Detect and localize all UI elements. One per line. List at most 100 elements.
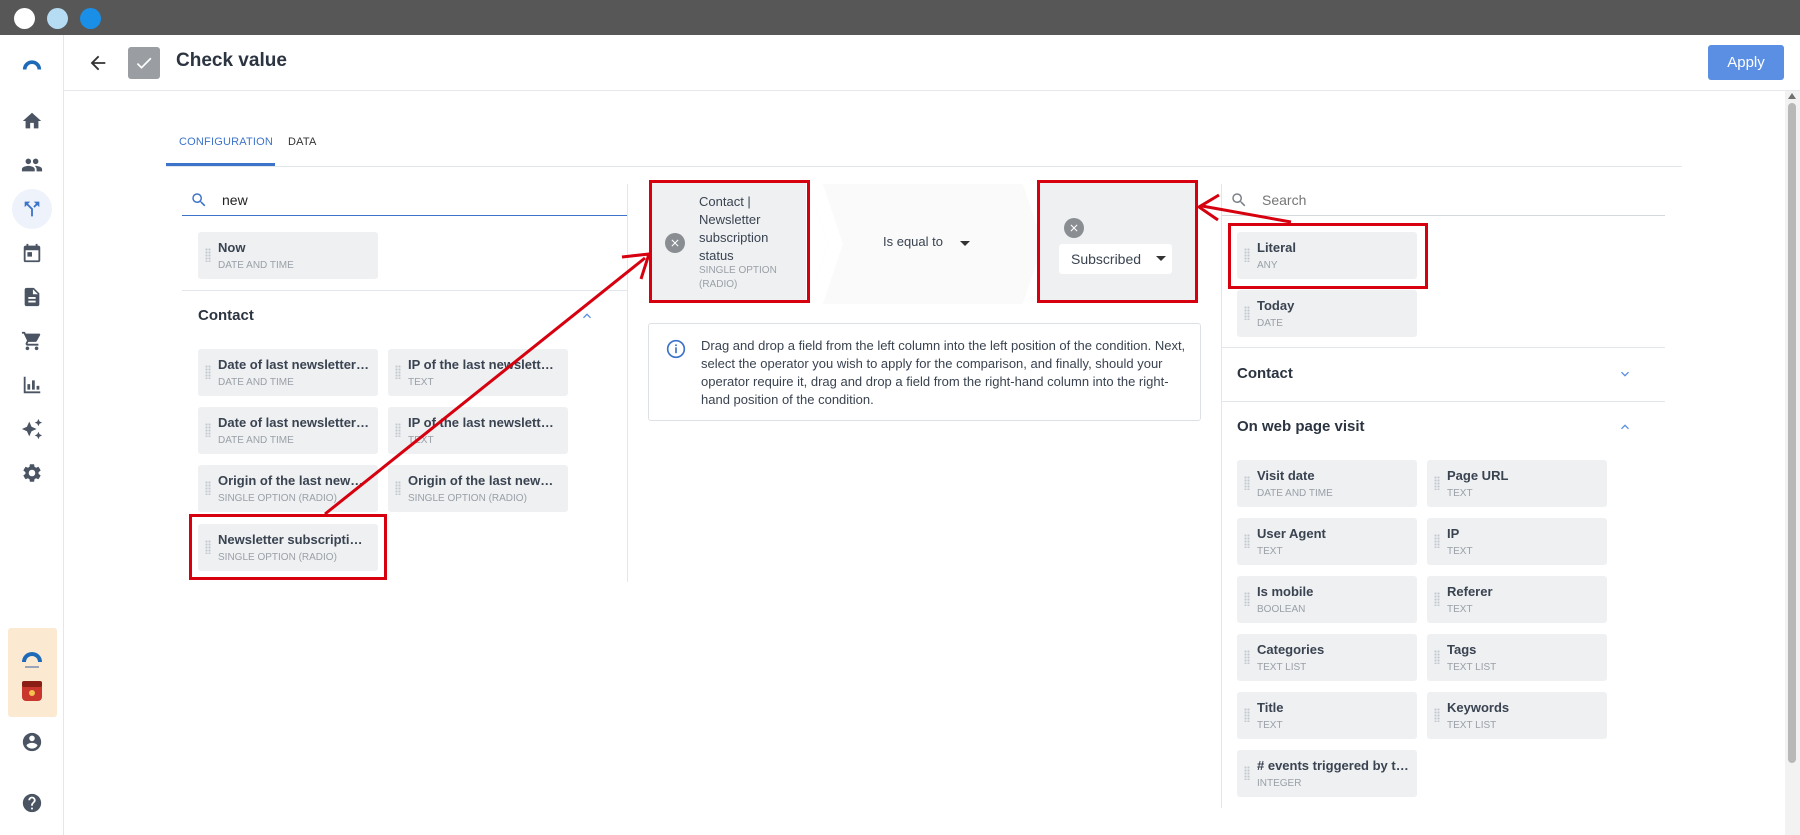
- field-chip[interactable]: Referer TEXT: [1427, 576, 1607, 623]
- left-nav-rail: [0, 35, 64, 835]
- info-box: Drag and drop a field from the left colu…: [648, 323, 1201, 421]
- page-scrollbar[interactable]: [1785, 91, 1800, 835]
- field-type: TEXT: [1257, 720, 1283, 731]
- chevron-up-icon[interactable]: [1617, 419, 1633, 435]
- field-chip[interactable]: Origin of the last news… SINGLE OPTION (…: [388, 465, 568, 512]
- field-chip[interactable]: IP of the last newslette… TEXT: [388, 407, 568, 454]
- home-icon[interactable]: [12, 101, 52, 141]
- left-search-input[interactable]: [222, 188, 522, 212]
- field-type: BOOLEAN: [1257, 604, 1306, 615]
- account-icon[interactable]: [12, 722, 52, 762]
- field-type: TEXT: [408, 435, 434, 446]
- drag-handle-icon[interactable]: [1244, 766, 1250, 780]
- field-name: Origin of the last news…: [218, 473, 370, 488]
- field-chip[interactable]: IP TEXT: [1427, 518, 1607, 565]
- operator-select[interactable]: Is equal to: [883, 234, 943, 249]
- field-name: IP of the last newslette…: [408, 357, 560, 372]
- drag-handle-icon[interactable]: [395, 423, 401, 437]
- window-minimize-dot[interactable]: [47, 8, 68, 29]
- calendar-icon[interactable]: [12, 233, 52, 273]
- field-chip[interactable]: Keywords TEXT LIST: [1427, 692, 1607, 739]
- field-chip[interactable]: Tags TEXT LIST: [1427, 634, 1607, 681]
- field-name: Categories: [1257, 642, 1325, 657]
- right-search-input[interactable]: [1262, 188, 1562, 212]
- field-type: SINGLE OPTION (RADIO): [218, 493, 337, 504]
- field-chip[interactable]: Is mobile BOOLEAN: [1237, 576, 1417, 623]
- drag-handle-icon[interactable]: [1244, 534, 1250, 548]
- document-icon[interactable]: [12, 277, 52, 317]
- drag-handle-icon[interactable]: [1244, 476, 1250, 490]
- drag-handle-icon[interactable]: [205, 365, 211, 379]
- drag-handle-icon[interactable]: [205, 248, 211, 262]
- chevron-down-icon[interactable]: [1617, 366, 1633, 382]
- annotation-highlight-literal: [1228, 223, 1428, 289]
- promo-panel[interactable]: [8, 628, 57, 717]
- tab-bar: CONFIGURATION DATA: [166, 130, 1682, 167]
- field-name: Date of last newsletter…: [218, 415, 369, 430]
- window-close-dot[interactable]: [14, 8, 35, 29]
- field-chip[interactable]: IP of the last newslette… TEXT: [388, 349, 568, 396]
- field-name: User Agent: [1257, 526, 1326, 541]
- drag-handle-icon[interactable]: [1434, 476, 1440, 490]
- field-chip[interactable]: User Agent TEXT: [1237, 518, 1417, 565]
- tab-configuration[interactable]: CONFIGURATION: [179, 136, 273, 148]
- field-name: Now: [218, 240, 246, 255]
- field-type: TEXT LIST: [1447, 662, 1497, 673]
- page-title: Check value: [176, 50, 287, 71]
- ai-sparkle-icon[interactable]: [12, 409, 52, 449]
- chevron-up-icon[interactable]: [579, 308, 595, 324]
- apply-button[interactable]: Apply: [1708, 45, 1784, 80]
- field-chip[interactable]: Date of last newsletter… DATE AND TIME: [198, 349, 378, 396]
- scroll-up-arrow-icon[interactable]: [1788, 93, 1796, 99]
- page-header: Check value Apply: [64, 35, 1800, 91]
- field-chip-now[interactable]: Now DATE AND TIME: [198, 232, 378, 279]
- search-icon: [1230, 191, 1248, 209]
- chevron-down-icon[interactable]: [960, 241, 970, 246]
- field-type: DATE AND TIME: [1257, 488, 1333, 499]
- drag-handle-icon[interactable]: [395, 365, 401, 379]
- drag-handle-icon[interactable]: [1244, 708, 1250, 722]
- column-divider: [627, 184, 628, 582]
- drag-handle-icon[interactable]: [205, 481, 211, 495]
- help-icon[interactable]: [12, 783, 52, 823]
- drag-handle-icon[interactable]: [1244, 306, 1250, 320]
- drag-handle-icon[interactable]: [205, 423, 211, 437]
- workflows-icon[interactable]: [12, 189, 52, 229]
- annotation-highlight-left-slot: [649, 180, 810, 303]
- drag-handle-icon[interactable]: [395, 481, 401, 495]
- drag-handle-icon[interactable]: [1244, 592, 1250, 606]
- drag-handle-icon[interactable]: [1434, 650, 1440, 664]
- annotation-highlight-right-slot: [1037, 180, 1198, 303]
- settings-icon[interactable]: [12, 453, 52, 493]
- left-search-bar[interactable]: [182, 184, 627, 216]
- field-name: Title: [1257, 700, 1284, 715]
- drag-handle-icon[interactable]: [1434, 534, 1440, 548]
- field-chip[interactable]: Origin of the last news… SINGLE OPTION (…: [198, 465, 378, 512]
- field-name: Origin of the last news…: [408, 473, 560, 488]
- field-chip[interactable]: Date of last newsletter… DATE AND TIME: [198, 407, 378, 454]
- drag-handle-icon[interactable]: [1244, 650, 1250, 664]
- window-maximize-dot[interactable]: [80, 8, 101, 29]
- field-chip[interactable]: Visit date DATE AND TIME: [1237, 460, 1417, 507]
- field-type: INTEGER: [1257, 778, 1302, 789]
- reports-icon[interactable]: [12, 365, 52, 405]
- tab-data[interactable]: DATA: [288, 136, 317, 148]
- cart-icon[interactable]: [12, 321, 52, 361]
- field-chip[interactable]: Page URL TEXT: [1427, 460, 1607, 507]
- scrollbar-thumb[interactable]: [1788, 103, 1796, 763]
- drag-handle-icon[interactable]: [1434, 708, 1440, 722]
- column-divider: [1221, 184, 1222, 808]
- annotation-highlight-source: [189, 514, 387, 580]
- field-chip[interactable]: # events triggered by t… INTEGER: [1237, 750, 1417, 797]
- contacts-icon[interactable]: [12, 145, 52, 185]
- right-search-bar[interactable]: [1222, 184, 1665, 216]
- check-icon: [128, 47, 160, 79]
- field-name: Tags: [1447, 642, 1477, 657]
- field-chip[interactable]: Categories TEXT LIST: [1237, 634, 1417, 681]
- back-arrow-icon[interactable]: [84, 49, 112, 77]
- drag-handle-icon[interactable]: [1434, 592, 1440, 606]
- promo-logo-icon: [22, 652, 42, 701]
- logo-icon[interactable]: [12, 44, 52, 84]
- field-chip-today[interactable]: Today DATE: [1237, 290, 1417, 337]
- field-chip[interactable]: Title TEXT: [1237, 692, 1417, 739]
